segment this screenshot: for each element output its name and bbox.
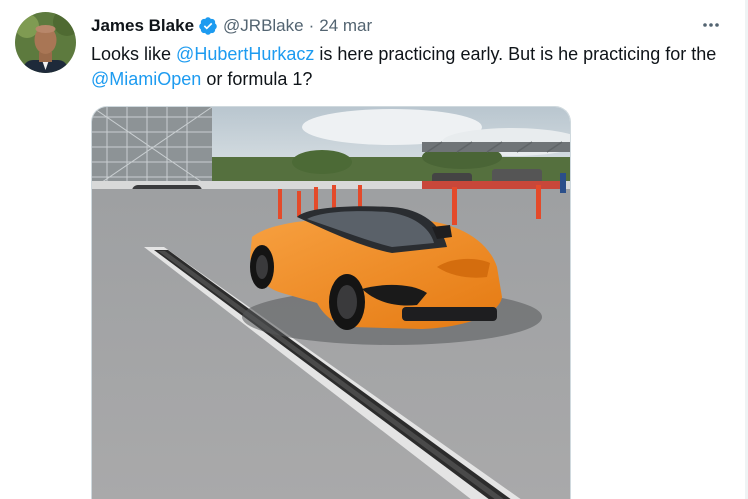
author-handle[interactable]: @JRBlake — [223, 16, 304, 36]
tweet-text: Looks like @HubertHurkacz is here practi… — [91, 42, 731, 92]
avatar[interactable] — [15, 12, 76, 73]
tweet-date[interactable]: 24 mar — [319, 16, 372, 36]
header-separator: · — [308, 16, 315, 35]
tweet-card[interactable]: James Blake @JRBlake · 24 mar Looks like… — [0, 0, 748, 499]
photo-orange-sports-car — [92, 107, 570, 499]
tweet-text-part: Looks like — [91, 44, 177, 64]
avatar-image — [15, 12, 76, 73]
tweet-header: James Blake @JRBlake · 24 mar — [91, 14, 372, 38]
more-horizontal-icon[interactable] — [700, 14, 722, 36]
verified-badge-icon — [198, 16, 218, 36]
mention-link[interactable]: @HubertHurkacz — [176, 44, 314, 64]
mention-link[interactable]: @MiamiOpen — [91, 69, 201, 89]
tweet-photo[interactable] — [91, 106, 571, 499]
tweet-text-part: is here practicing early. But is he prac… — [314, 44, 717, 64]
author-name[interactable]: James Blake — [91, 16, 194, 36]
tweet-text-part: or formula 1? — [201, 69, 313, 89]
